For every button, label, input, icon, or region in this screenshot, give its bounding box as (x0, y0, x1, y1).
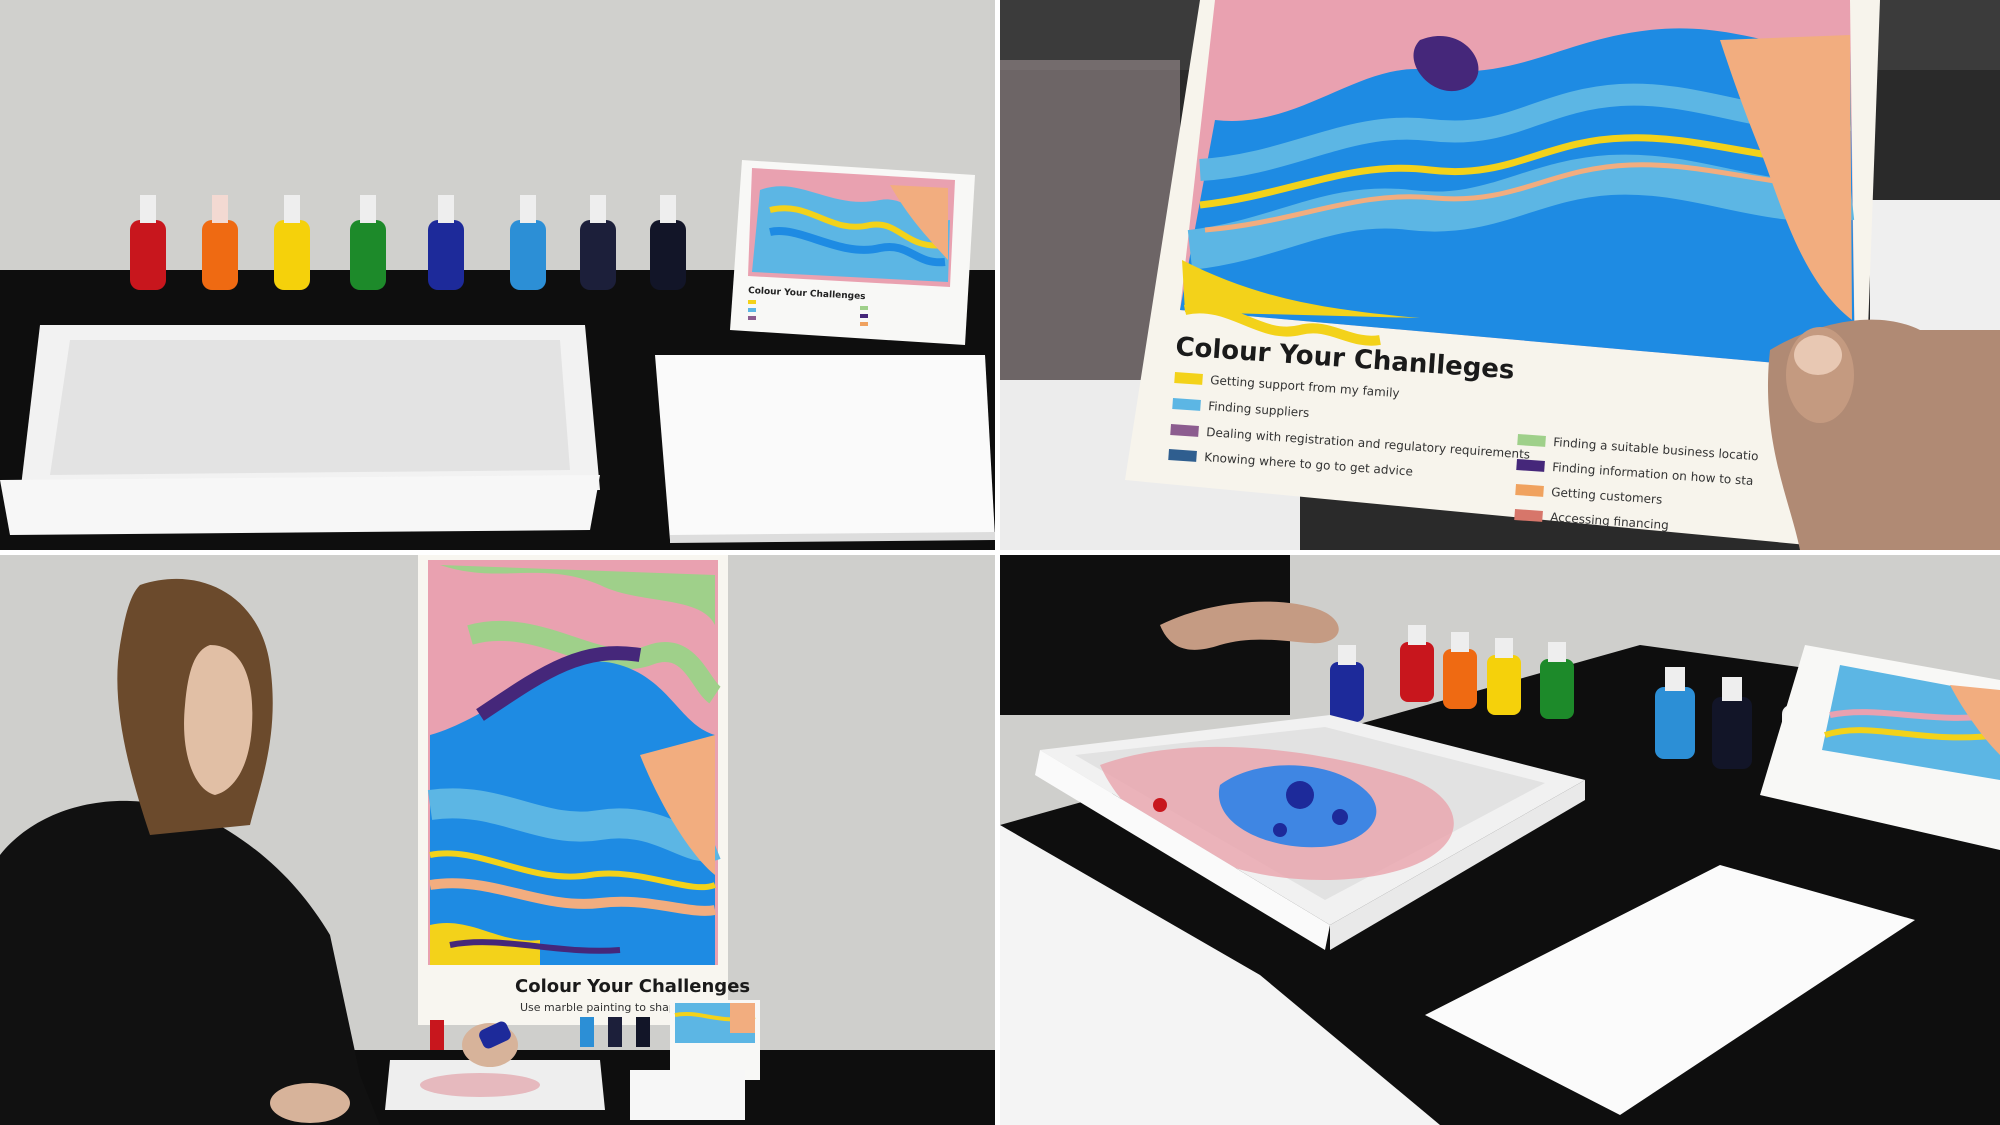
challenge-card (1125, 0, 1880, 550)
marbling-tray-icon (0, 325, 600, 535)
card-closeup-scene: Colour Your Chanlleges Getting support f… (1000, 0, 2000, 550)
poster-scene: Colour Your Challenges Use marble painti… (0, 555, 995, 1125)
tray-in-use-scene (1000, 555, 2000, 1125)
poster-title: Colour Your Challenges (515, 976, 750, 997)
marbling-tray-icon (385, 1060, 605, 1110)
supplies-scene: Colour Your Challenges (0, 0, 995, 550)
hand-icon (1767, 319, 2000, 550)
paper-stack-icon (655, 355, 995, 543)
paper-stack-icon (630, 1070, 745, 1120)
panel-tray-in-use (1000, 555, 2000, 1125)
small-challenge-card (730, 160, 975, 345)
marbled-poster (418, 555, 728, 1025)
panel-card-closeup: Colour Your Chanlleges Getting support f… (1000, 0, 2000, 550)
small-challenge-card-table (670, 1000, 760, 1080)
panel-poster: Colour Your Challenges Use marble painti… (0, 555, 995, 1125)
panel-supplies: Colour Your Challenges (0, 0, 995, 550)
